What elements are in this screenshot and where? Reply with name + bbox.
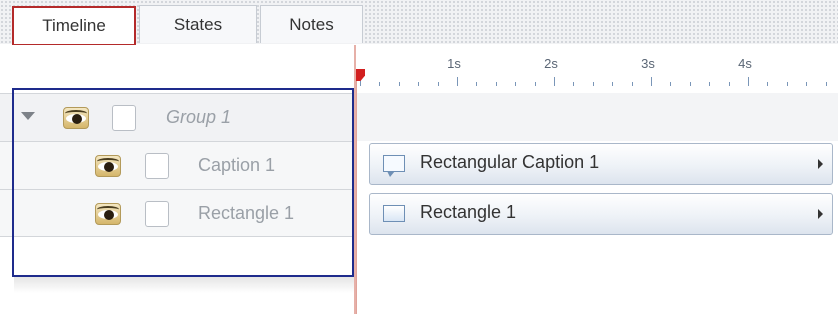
tab-bar: Timeline States Notes (0, 0, 838, 46)
ruler-minor-tick (398, 82, 400, 86)
ruler-minor-tick (709, 82, 711, 86)
timeline-area: 1s 2s 3s 4s Rectangular Caption 1 Rectan… (356, 45, 838, 314)
ruler-label-2s: 2s (544, 56, 558, 71)
ruler-minor-tick (573, 82, 575, 86)
timeline-bar-rectangle-1[interactable]: Rectangle 1 (369, 193, 833, 235)
ruler-minor-tick (437, 82, 439, 86)
rectangle-icon (383, 205, 405, 222)
bar-expand-arrow-icon[interactable] (818, 159, 823, 169)
tab-states[interactable]: States (139, 5, 257, 43)
ruler-label-4s: 4s (738, 56, 752, 71)
bar-label: Rectangular Caption 1 (420, 152, 600, 172)
ruler-minor-tick (689, 82, 691, 86)
tab-timeline[interactable]: Timeline (12, 6, 136, 46)
ruler-second-tick (457, 77, 458, 86)
selection-shadow (14, 277, 359, 293)
bar-label: Rectangle 1 (420, 202, 517, 222)
ruler-minor-tick (806, 82, 808, 86)
ruler-second-tick (651, 77, 652, 86)
ruler-second-tick (554, 77, 555, 86)
ruler-minor-tick (495, 82, 497, 86)
caption-icon (383, 155, 405, 177)
ruler-label-1s: 1s (447, 56, 461, 71)
ruler-minor-tick (670, 82, 672, 86)
ruler-minor-tick (825, 82, 827, 86)
playhead-line (356, 81, 357, 314)
ruler-label-3s: 3s (641, 56, 655, 71)
group-track (356, 93, 838, 141)
ruler-minor-tick (767, 82, 769, 86)
ruler-minor-tick (476, 82, 478, 86)
timeline-bar-rectangular-caption-1[interactable]: Rectangular Caption 1 (369, 143, 833, 185)
ruler-minor-tick (631, 82, 633, 86)
ruler-minor-tick (379, 82, 381, 86)
ruler-minor-tick (592, 82, 594, 86)
ruler-second-tick (748, 77, 749, 86)
tab-notes[interactable]: Notes (260, 5, 363, 43)
ruler-minor-tick (728, 82, 730, 86)
ruler-minor-tick (612, 82, 614, 86)
bar-expand-arrow-icon[interactable] (818, 209, 823, 219)
ruler-minor-tick (534, 82, 536, 86)
ruler-minor-tick (418, 82, 420, 86)
ruler-minor-tick (515, 82, 517, 86)
layer-selection-highlight (12, 88, 354, 277)
time-ruler[interactable]: 1s 2s 3s 4s (356, 45, 838, 94)
ruler-minor-tick (786, 82, 788, 86)
